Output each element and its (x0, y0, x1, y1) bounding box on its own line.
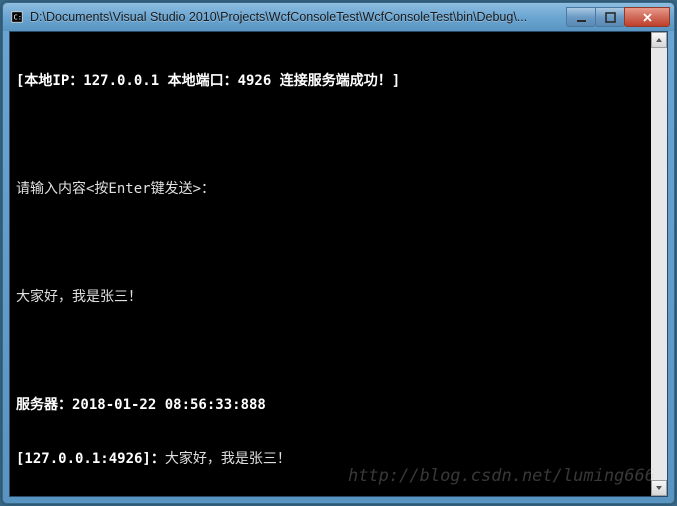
window-controls (567, 7, 670, 27)
vertical-scrollbar[interactable] (651, 32, 667, 496)
minimize-button[interactable] (566, 7, 596, 27)
app-icon: C: (9, 9, 25, 25)
close-button[interactable] (624, 7, 670, 27)
window-title: D:\Documents\Visual Studio 2010\Projects… (30, 10, 567, 24)
scroll-up-button[interactable] (651, 32, 667, 48)
console-output[interactable]: [本地IP：127.0.0.1 本地端口：4926 连接服务端成功！] 请输入内… (10, 32, 651, 496)
server-ts-1: 服务器：2018-01-22 08:56:33:888 (16, 397, 266, 413)
maximize-button[interactable] (595, 7, 625, 27)
titlebar[interactable]: C: D:\Documents\Visual Studio 2010\Proje… (3, 3, 674, 31)
user-input-1: 大家好，我是张三！ (16, 289, 142, 305)
server-msg-1: 大家好，我是张三！ (165, 451, 291, 467)
svg-text:C:: C: (14, 14, 22, 22)
status-line: [本地IP：127.0.0.1 本地端口：4926 连接服务端成功！] (16, 73, 400, 89)
client-area: [本地IP：127.0.0.1 本地端口：4926 连接服务端成功！] 请输入内… (9, 31, 668, 497)
server-addr-1: [127.0.0.1:4926]： (16, 451, 165, 467)
scroll-down-button[interactable] (651, 480, 667, 496)
console-window: C: D:\Documents\Visual Studio 2010\Proje… (2, 2, 675, 504)
prompt-line: 请输入内容<按Enter键发送>： (16, 181, 215, 197)
scroll-track[interactable] (651, 48, 667, 480)
